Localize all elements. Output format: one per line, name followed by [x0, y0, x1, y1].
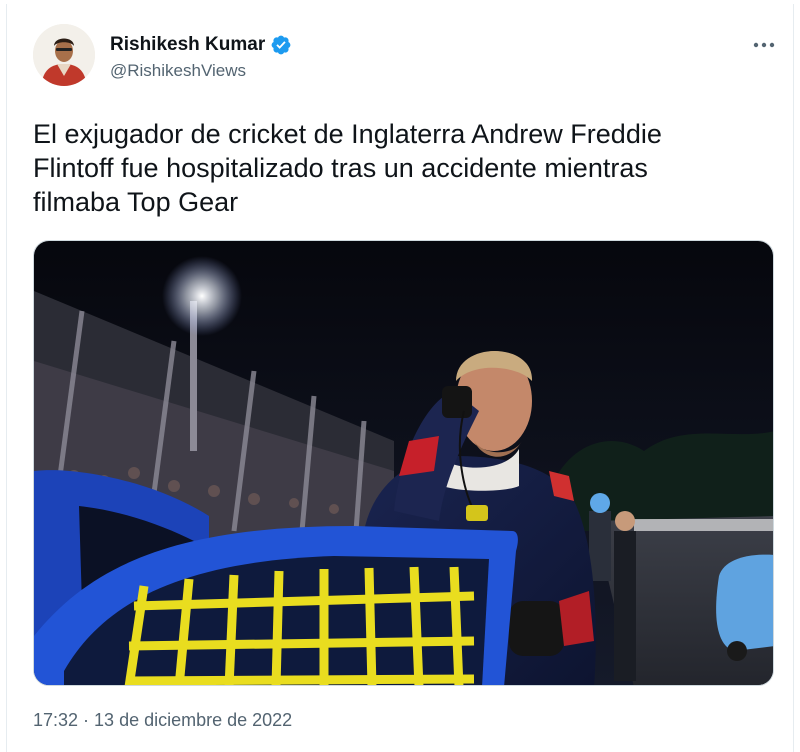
race-driver-photo — [34, 241, 773, 685]
tweet-card: Rishikesh Kumar @RishikeshViews El exjug… — [6, 4, 794, 752]
author-display-name[interactable]: Rishikesh Kumar — [110, 34, 265, 56]
more-options-button[interactable] — [747, 32, 781, 58]
verified-badge-icon — [270, 34, 292, 56]
author-avatar[interactable] — [33, 24, 95, 86]
tweet-timestamp[interactable]: 17:32 · 13 de diciembre de 2022 — [33, 710, 292, 731]
author-name-row: Rishikesh Kumar — [110, 34, 292, 56]
tweet-media-photo[interactable] — [33, 240, 774, 686]
author-handle[interactable]: @RishikeshViews — [110, 61, 246, 81]
avatar-photo — [33, 24, 95, 86]
more-horizontal-icon — [753, 42, 775, 48]
tweet-text: El exjugador de cricket de Inglaterra An… — [33, 119, 662, 217]
